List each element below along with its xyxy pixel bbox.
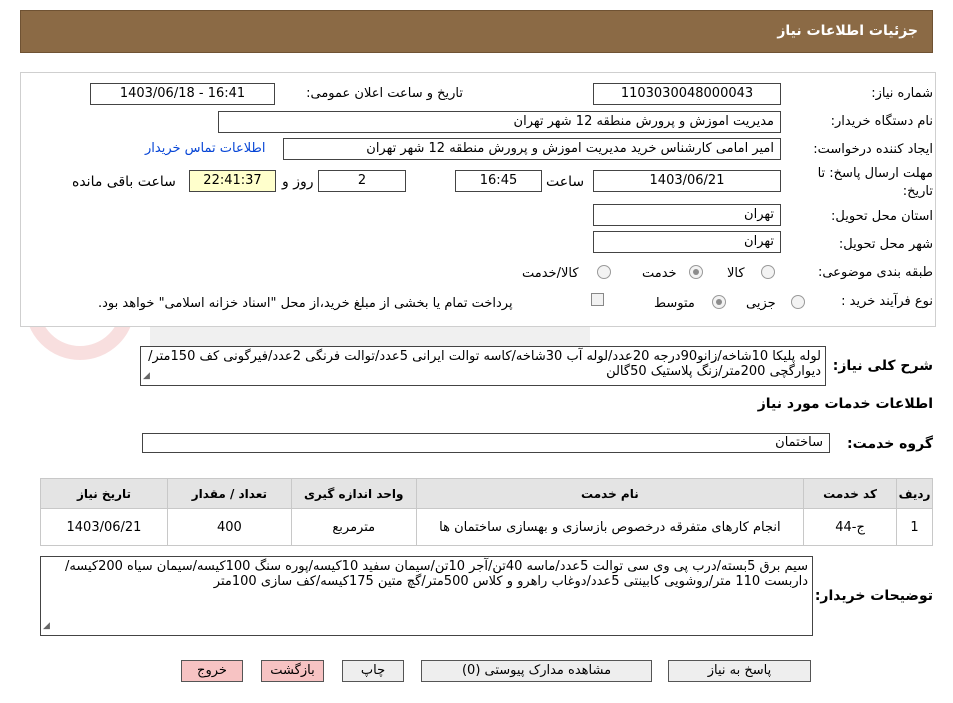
need-number-field: 1103030048000043 — [593, 83, 781, 105]
buyer-contact-link[interactable]: اطلاعات تماس خریدار — [145, 141, 265, 156]
announce-label: تاریخ و ساعت اعلان عمومی: — [306, 86, 463, 101]
category-option-goods: کالا — [727, 266, 745, 281]
view-attachments-button[interactable]: مشاهده مدارک پیوستی (0) — [421, 660, 652, 682]
deadline-time-label: ساعت — [546, 174, 585, 190]
services-table-wrap: ردیف کد خدمت نام خدمت واحد اندازه گیری ت… — [40, 478, 933, 546]
buyer-org-label: نام دستگاه خریدار: — [830, 114, 933, 129]
treasury-payment-checkbox[interactable] — [591, 293, 604, 306]
col-header-unit: واحد اندازه گیری — [290, 478, 417, 509]
category-radio-service[interactable] — [689, 265, 703, 279]
category-radio-goods[interactable] — [761, 265, 775, 279]
category-radio-goods-service[interactable] — [597, 265, 611, 279]
buyer-notes-textarea[interactable]: سیم برق 5بسته/درب پی وی سی توالت 5عدد/ما… — [40, 556, 813, 636]
buyer-org-field: مدیریت اموزش و پرورش منطقه 12 شهر تهران — [218, 111, 781, 133]
back-button[interactable]: بازگشت — [261, 660, 324, 682]
summary-label: شرح کلی نیاز: — [832, 358, 933, 374]
reply-button[interactable]: پاسخ به نیاز — [668, 660, 811, 682]
cell-date: 1403/06/21 — [40, 508, 168, 546]
services-table: ردیف کد خدمت نام خدمت واحد اندازه گیری ت… — [40, 478, 933, 546]
category-option-service: خدمت — [642, 266, 677, 281]
service-group-field: ساختمان — [142, 433, 830, 453]
creator-field: امیر امامی کارشناس خرید مدیریت اموزش و پ… — [283, 138, 781, 160]
resize-grip-icon[interactable]: ◢ — [143, 369, 150, 384]
summary-text: لوله پلیکا 10شاخه/زانو90درجه 20عدد/لوله … — [148, 349, 821, 379]
table-row: 1 ج-44 انجام کارهای متفرقه درخصوص بازساز… — [40, 508, 933, 546]
page-header: جزئیات اطلاعات نیاز — [20, 10, 933, 53]
days-label: روز و — [282, 174, 314, 190]
process-option-medium: متوسط — [654, 296, 695, 311]
cell-code: ج-44 — [803, 508, 898, 546]
summary-textarea[interactable]: لوله پلیکا 10شاخه/زانو90درجه 20عدد/لوله … — [140, 346, 826, 386]
process-radio-medium[interactable] — [712, 295, 726, 309]
process-label: نوع فرآیند خرید : — [841, 294, 933, 309]
deadline-date-field: 1403/06/21 — [593, 170, 781, 192]
col-header-code: کد خدمت — [803, 478, 898, 509]
remaining-time-label: ساعت باقی مانده — [72, 174, 176, 190]
province-label: استان محل تحویل: — [831, 209, 933, 224]
col-header-date: تاریخ نیاز — [40, 478, 168, 509]
deadline-date-label: تاریخ: — [902, 184, 933, 199]
announce-datetime-field: 1403/06/18 - 16:41 — [90, 83, 275, 105]
need-number-label: شماره نیاز: — [871, 86, 933, 101]
col-header-row: ردیف — [896, 478, 933, 509]
cell-qty: 400 — [166, 508, 292, 546]
services-section-title: اطلاعات خدمات مورد نیاز — [757, 396, 933, 412]
remaining-time-field: 22:41:37 — [189, 170, 276, 192]
city-label: شهر محل تحویل: — [838, 237, 933, 252]
process-option-minor: جزیی — [746, 296, 776, 311]
province-field: تهران — [593, 204, 781, 226]
buyer-notes-label: توضیحات خریدار: — [814, 588, 933, 604]
creator-label: ایجاد کننده درخواست: — [813, 142, 933, 157]
exit-button[interactable]: خروج — [181, 660, 243, 682]
print-button[interactable]: چاپ — [342, 660, 404, 682]
process-radio-minor[interactable] — [791, 295, 805, 309]
days-remaining-field: 2 — [318, 170, 406, 192]
buyer-notes-text: سیم برق 5بسته/درب پی وی سی توالت 5عدد/ما… — [65, 559, 808, 589]
deadline-time-field: 16:45 — [455, 170, 542, 192]
city-field: تهران — [593, 231, 781, 253]
page-title: جزئیات اطلاعات نیاز — [777, 23, 918, 39]
cell-unit: مترمربع — [290, 508, 417, 546]
deadline-label: مهلت ارسال پاسخ: تا — [817, 166, 933, 181]
resize-grip-icon[interactable]: ◢ — [43, 619, 50, 634]
cell-row: 1 — [896, 508, 933, 546]
category-option-goods-service: کالا/خدمت — [522, 266, 579, 281]
services-table-header: ردیف کد خدمت نام خدمت واحد اندازه گیری ت… — [40, 478, 933, 509]
cell-name: انجام کارهای متفرقه درخصوص بازسازی و بهس… — [415, 508, 805, 546]
category-label: طبقه بندی موضوعی: — [817, 265, 933, 280]
treasury-payment-note: پرداخت تمام یا بخشی از مبلغ خرید،از محل … — [98, 296, 513, 311]
col-header-qty: تعداد / مقدار — [166, 478, 292, 509]
service-group-label: گروه خدمت: — [847, 436, 933, 452]
col-header-name: نام خدمت — [415, 478, 805, 509]
